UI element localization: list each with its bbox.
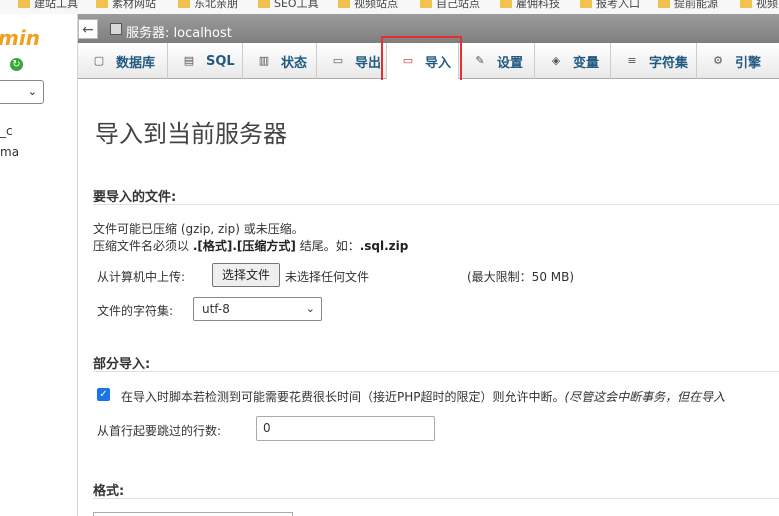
bookmark-label: 东北亲朋 — [194, 0, 238, 10]
variables-icon: ◈ — [551, 54, 561, 67]
choose-file-button[interactable]: 选择文件 — [212, 263, 280, 287]
filename-note-prefix: 压缩文件名必须以 — [93, 239, 193, 253]
compression-note: 文件可能已压缩 (gzip, zip) 或未压缩。 — [93, 222, 304, 236]
server-breadcrumb[interactable]: 服务器: localhost — [126, 22, 232, 41]
section-divider — [93, 204, 779, 205]
bookmark-label: SEO工具 — [274, 0, 319, 10]
bookmark-item[interactable]: 提前能源 — [658, 0, 718, 10]
allow-interrupt-text: 在导入时脚本若检测到可能需要花费很长时间（接近PHP超时的限定）则允许中断。 — [121, 390, 565, 404]
tab-label: 引擎 — [735, 55, 762, 71]
tab-label: SQL — [206, 53, 235, 69]
max-size-text: (最大限制：50 MB) — [467, 270, 575, 284]
charset-value: utf-8 — [202, 302, 230, 316]
main-content: 导入到当前服务器 要导入的文件: 文件可能已压缩 (gzip, zip) 或未压… — [80, 80, 779, 516]
charset-label: 文件的字符集: — [97, 304, 174, 318]
navigation-sidebar: min ↻ ⌄ _c ma — [0, 14, 78, 516]
tab-databases[interactable]: ▢ 数据库 — [78, 43, 168, 79]
folder-icon — [658, 0, 670, 8]
bookmark-label: 自己站点 — [436, 0, 480, 10]
bookmark-item[interactable]: 建站工具 — [18, 0, 78, 10]
filename-note: 压缩文件名必须以 .[格式].[压缩方式] 结尾。如：.sql.zip — [93, 237, 408, 254]
bookmark-item[interactable]: 视频站点 — [338, 0, 398, 10]
tab-label: 变量 — [573, 55, 600, 71]
engine-icon: ⚙ — [713, 54, 723, 67]
bookmark-item[interactable]: SEO工具 — [258, 0, 319, 10]
folder-icon — [420, 0, 432, 8]
section-divider — [93, 498, 779, 499]
file-section-heading: 要导入的文件: — [93, 190, 177, 205]
bookmark-label: 提前能源 — [674, 0, 718, 10]
filename-format: .[格式].[压缩方式] — [192, 239, 296, 253]
folder-icon — [18, 0, 30, 8]
tab-label: 状态 — [281, 55, 308, 71]
bookmark-label: 视频 — [756, 0, 778, 10]
folder-icon — [500, 0, 512, 8]
bookmark-label: 建站工具 — [34, 0, 78, 10]
collapse-back-button[interactable]: ← — [78, 19, 98, 39]
sql-icon: ▤ — [183, 54, 195, 67]
filename-note-mid: 结尾。如： — [295, 239, 360, 253]
folder-icon — [96, 0, 108, 8]
status-icon: ▥ — [258, 54, 270, 67]
format-select[interactable] — [93, 512, 293, 516]
import-tab-highlight — [381, 36, 462, 86]
bookmark-item[interactable]: 视频 — [740, 0, 778, 10]
reload-icon[interactable]: ↻ — [10, 58, 23, 71]
tab-engines[interactable]: ⚙ 引擎 — [697, 43, 779, 79]
phpmyadmin-logo[interactable]: min — [0, 26, 40, 50]
bookmark-item[interactable]: 东北亲朋 — [178, 0, 238, 10]
database-icon: ▢ — [93, 54, 105, 67]
bookmark-label: 报考入口 — [596, 0, 640, 10]
bookmarks-bar: 建站工具 素材网站 东北亲朋 SEO工具 视频站点 自己站点 雇佣科技 报考入口… — [0, 0, 779, 14]
settings-icon: ✎ — [475, 54, 485, 67]
bookmark-item[interactable]: 雇佣科技 — [500, 0, 560, 10]
folder-icon — [178, 0, 190, 8]
server-icon — [110, 23, 122, 35]
chevron-down-icon: ⌄ — [27, 85, 37, 98]
tab-sql[interactable]: ▤ SQL — [168, 43, 243, 79]
bookmark-item[interactable]: 素材网站 — [96, 0, 156, 10]
upload-label: 从计算机中上传: — [97, 270, 186, 284]
tab-label: 数据库 — [116, 55, 156, 71]
bookmark-item[interactable]: 报考入口 — [580, 0, 640, 10]
charset-icon: ≡ — [627, 54, 637, 67]
section-divider — [93, 371, 779, 372]
bookmark-label: 视频站点 — [354, 0, 398, 10]
tab-charsets[interactable]: ≡ 字符集 — [611, 43, 697, 79]
folder-icon — [338, 0, 350, 8]
tab-label: 字符集 — [649, 55, 689, 71]
bookmark-label: 素材网站 — [112, 0, 156, 10]
tab-variables[interactable]: ◈ 变量 — [535, 43, 611, 79]
folder-icon — [740, 0, 752, 8]
allow-interrupt-note: (尽管这会中断事务，但在导入 — [564, 390, 726, 404]
page-title: 导入到当前服务器 — [95, 120, 287, 148]
format-section-heading: 格式: — [93, 484, 125, 499]
partial-section-heading: 部分导入: — [93, 357, 151, 372]
allow-interrupt-label: 在导入时脚本若检测到可能需要花费很长时间（接近PHP超时的限定）则允许中断。(尽… — [121, 388, 725, 405]
sidebar-db-item[interactable]: ma — [0, 145, 19, 159]
folder-icon — [258, 0, 270, 8]
charset-select[interactable]: utf-8 ⌄ — [193, 297, 322, 321]
database-select[interactable]: ⌄ — [0, 80, 44, 104]
chevron-down-icon: ⌄ — [305, 302, 315, 315]
tab-label: 设置 — [497, 55, 524, 71]
sidebar-db-item[interactable]: _c — [0, 124, 13, 138]
tab-export[interactable]: ▭ 导出 — [317, 43, 387, 79]
skip-rows-input[interactable]: 0 — [256, 416, 435, 441]
tab-label: 导出 — [355, 55, 382, 71]
export-icon: ▭ — [332, 54, 344, 67]
allow-interrupt-checkbox[interactable]: ✓ — [97, 388, 110, 401]
skip-rows-label: 从首行起要跳过的行数: — [97, 424, 222, 438]
tab-settings[interactable]: ✎ 设置 — [459, 43, 535, 79]
no-file-text: 未选择任何文件 — [285, 270, 370, 284]
folder-icon — [580, 0, 592, 8]
bookmark-item[interactable]: 自己站点 — [420, 0, 480, 10]
tab-status[interactable]: ▥ 状态 — [243, 43, 317, 79]
bookmark-label: 雇佣科技 — [516, 0, 560, 10]
filename-example: .sql.zip — [359, 239, 409, 253]
